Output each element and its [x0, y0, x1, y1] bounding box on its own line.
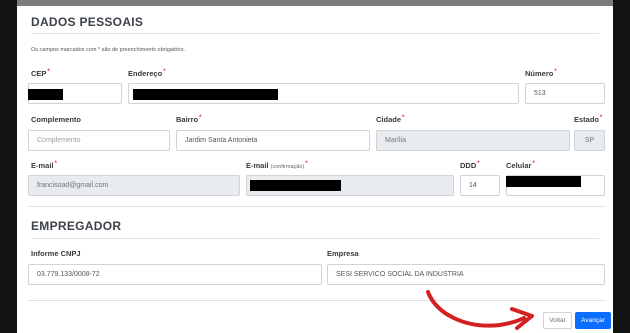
voltar-button[interactable]: Voltar	[543, 312, 572, 329]
form-panel: DADOS PESSOAIS Os campos marcados com * …	[17, 6, 613, 333]
cnpj-label: Informe CNPJ	[31, 249, 81, 258]
empresa-input[interactable]: SESI SERVICO SOCIAL DA INDUSTRIA	[327, 264, 605, 285]
estado-label: Estado*	[574, 115, 603, 124]
section-divider	[28, 206, 605, 207]
cidade-input: Marília	[376, 130, 570, 151]
bairro-input[interactable]: Jardim Santa Antonieta	[176, 130, 370, 151]
complemento-input[interactable]: Complemento	[28, 130, 170, 151]
email-confirmacao-label: E-mail (confirmação)*	[246, 161, 308, 170]
ddd-label: DDD*	[460, 161, 480, 170]
required-asterisk: *	[477, 161, 480, 167]
cep-label: CEP*	[31, 69, 50, 78]
window-frame-right	[613, 0, 630, 333]
redaction-box	[133, 89, 278, 100]
required-asterisk: *	[554, 69, 557, 75]
section-title-dados-pessoais: DADOS PESSOAIS	[31, 15, 144, 29]
required-asterisk: *	[163, 69, 166, 75]
complemento-label: Complemento	[31, 115, 82, 124]
celular-label: Celular*	[506, 161, 535, 170]
required-fields-note: Os campos marcados com * são de preenchi…	[31, 47, 186, 53]
section-divider	[31, 33, 599, 34]
window-frame-left	[0, 0, 17, 333]
numero-label: Número*	[525, 69, 557, 78]
cidade-label: Cidade*	[376, 115, 405, 124]
required-asterisk: *	[402, 115, 405, 121]
required-asterisk: *	[532, 161, 535, 167]
required-asterisk: *	[54, 161, 57, 167]
ddd-input[interactable]: 14	[460, 175, 500, 196]
required-asterisk: *	[305, 161, 308, 167]
required-asterisk: *	[47, 69, 50, 75]
empresa-label: Empresa	[327, 249, 359, 258]
section-divider	[31, 238, 599, 239]
cnpj-input[interactable]: 03.779.133/0008-72	[28, 264, 322, 285]
section-title-empregador: EMPREGADOR	[31, 219, 122, 233]
redaction-box	[506, 176, 581, 187]
email-label: E-mail*	[31, 161, 57, 170]
bairro-label: Bairro*	[176, 115, 202, 124]
endereco-label: Endereço*	[128, 69, 166, 78]
redaction-box	[250, 180, 341, 191]
required-asterisk: *	[199, 115, 202, 121]
red-arrow-annotation-icon	[426, 290, 534, 330]
required-asterisk: *	[600, 115, 603, 121]
estado-input: SP	[574, 130, 605, 151]
email-input: francisoad@gmail.com	[28, 175, 240, 196]
numero-input[interactable]: 513	[525, 83, 605, 104]
avancar-button[interactable]: Avançar	[575, 312, 611, 329]
redaction-box	[28, 89, 63, 100]
